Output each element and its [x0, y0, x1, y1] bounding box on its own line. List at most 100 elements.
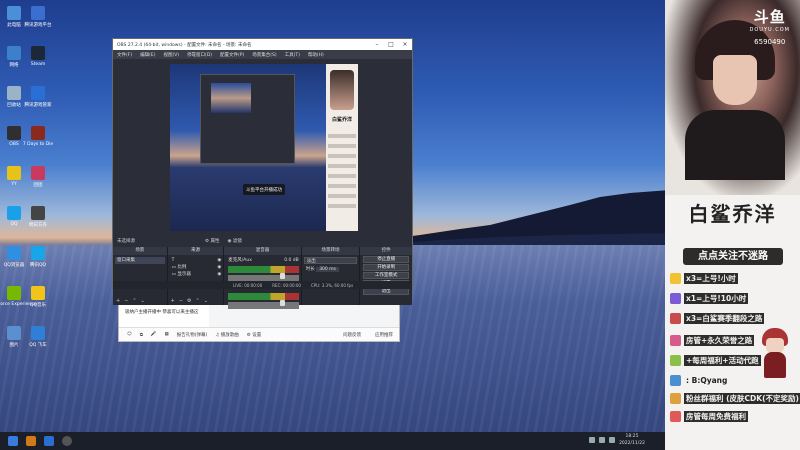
banner-info-text: 粉丝群福利 (皮肤CDK(不定奖励)	[684, 393, 800, 404]
controls-header: 控件	[360, 247, 413, 255]
close-button[interactable]: ×	[398, 41, 412, 48]
feedback-button[interactable]: 问题反馈	[343, 332, 361, 338]
add-icon[interactable]: +	[171, 298, 175, 304]
maximize-button[interactable]: □	[384, 41, 398, 48]
stop-streaming-button[interactable]: 停止直播	[363, 256, 410, 263]
transition-select[interactable]: 淡出	[303, 257, 358, 264]
emoji-icon[interactable]: ☺	[127, 332, 132, 337]
badge-icon	[670, 375, 681, 386]
gear-icon[interactable]: ⚙	[187, 298, 191, 304]
volume-slider[interactable]	[228, 300, 299, 309]
menu-tools[interactable]: 工具(T)	[285, 52, 300, 58]
settings-button[interactable]: ⚙ 设置	[247, 332, 261, 338]
volume-icon[interactable]	[599, 437, 605, 443]
banner-info-line: x1=上号!10小时	[670, 292, 749, 305]
app-taskbar-icon[interactable]	[44, 436, 54, 446]
banner-info-line: x3=上号!小时	[670, 272, 738, 285]
start-recording-button[interactable]: 开始录制	[363, 264, 410, 271]
ime-icon[interactable]	[609, 437, 615, 443]
banner-info-line: : B:Qyang	[670, 374, 729, 387]
desktop-icon[interactable]: Steam	[24, 46, 52, 74]
preview-banner-title: 白鲨乔洋	[331, 117, 352, 123]
banner-info-line: 房管每周免费福利	[670, 410, 748, 423]
screenshot-icon[interactable]: ⧉	[140, 332, 143, 338]
badge-icon	[670, 393, 681, 404]
preview-banner: 白鲨乔洋	[326, 64, 358, 231]
play-song-button[interactable]: ♫ 播放歌曲	[215, 332, 238, 338]
menu-view[interactable]: 视图(V)	[163, 52, 179, 58]
badge-icon	[670, 313, 681, 324]
source-item[interactable]: T ◉	[170, 257, 222, 264]
banner-info-text: : B:Qyang	[686, 376, 728, 385]
source-item[interactable]: ▭ 显示器 ◉	[170, 271, 222, 278]
menu-file[interactable]: 文件(F)	[117, 52, 132, 58]
stream-start-toast: 斗鱼平台开播成功	[243, 184, 285, 195]
channel-db: 0.0 dB	[284, 258, 299, 263]
remove-icon[interactable]: −	[124, 298, 128, 304]
scenes-dock: 场景 窗口采集 + − ⌃ ⌄	[113, 247, 168, 305]
desktop-icon[interactable]: 腾讯游戏管家	[24, 86, 52, 114]
menu-profile[interactable]: 配置文件(P)	[220, 52, 244, 58]
menu-docks[interactable]: 停靠窗口(D)	[187, 52, 212, 58]
source-item[interactable]: ▭ 比例 ◉	[170, 264, 222, 271]
banner-title: 白鲨乔洋	[688, 202, 777, 226]
gift-report-button[interactable]: 报告礼物(弹幕)	[177, 332, 208, 338]
desktop-icon[interactable]: QQ音乐	[24, 286, 52, 314]
desktop-icon[interactable]: 明日方舟	[24, 206, 52, 234]
desktop-icon[interactable]: 团团	[24, 166, 52, 194]
up-icon[interactable]: ⌃	[196, 298, 200, 304]
desktop-icon-label: 此电脑	[7, 23, 21, 28]
desktop-icon[interactable]: QQ 飞车	[24, 326, 52, 354]
desktop-icon-label: OBS	[9, 142, 19, 147]
obs-preview[interactable]: 白鲨乔洋 斗鱼平台开播成功	[170, 64, 358, 231]
windows-start-icon[interactable]	[8, 436, 18, 446]
desktop-icon[interactable]: 7 Days to Die	[23, 126, 53, 154]
app-icon	[31, 166, 45, 180]
properties-button[interactable]: ⚙ 属性	[205, 238, 219, 244]
banner-info-line: 房管+永久荣誉之路	[670, 334, 755, 347]
yy-icon	[7, 166, 21, 180]
sources-dock: 来源 T ◉ ▭ 比例 ◉ ▭ 显示器 ◉ + − ⚙ ⌃ ⌄	[167, 247, 225, 305]
exit-button[interactable]: 退出	[363, 288, 410, 295]
menu-help[interactable]: 帮助(H)	[308, 52, 324, 58]
eye-icon[interactable]: ◉	[217, 257, 221, 264]
chat-toolbar: ☺ ⧉ 🎤 ▦ 报告礼物(弹幕) ♫ 播放歌曲 ⚙ 设置 问题反馈 应用推荐	[119, 327, 399, 341]
menu-scene-collection[interactable]: 场景集合(S)	[252, 52, 276, 58]
badge-icon	[670, 273, 681, 284]
add-icon[interactable]: +	[116, 298, 120, 304]
clock[interactable]: 18:25 2022/11/22	[619, 433, 645, 447]
menu-edit[interactable]: 编辑(E)	[140, 52, 155, 58]
network-icon[interactable]	[589, 437, 595, 443]
desktop-icon[interactable]: 腾讯游戏平台	[24, 6, 52, 34]
chibi-character	[760, 328, 790, 378]
remove-icon[interactable]: −	[179, 298, 183, 304]
clock-time: 18:25	[625, 434, 639, 439]
chat-user-item[interactable]: 吸纳户主播开播中 恭喜可以来主播这	[119, 307, 209, 317]
banner-info-text: x3=上号!小时	[684, 273, 738, 284]
minimize-button[interactable]: –	[370, 41, 384, 48]
studio-mode-button[interactable]: 工作室模式	[363, 272, 410, 279]
recycle-bin-icon	[7, 86, 21, 100]
app-taskbar-icon[interactable]	[26, 436, 36, 446]
desktop-icon-label: 团团	[33, 183, 43, 188]
filters-button[interactable]: ◉ 滤镜	[227, 238, 241, 244]
obs-window[interactable]: OBS 27.2.4 (64-bit, windows) - 配置文件: 未命名…	[112, 38, 413, 309]
follow-prompt: 点点关注不迷路	[683, 248, 783, 265]
app-recommend-button[interactable]: 应用推荐	[375, 332, 393, 338]
desktop-icon-label: 腾讯游戏管家	[24, 103, 52, 108]
desktop-icon-label: 图片	[9, 343, 19, 348]
obs-taskbar-icon[interactable]	[62, 436, 72, 446]
game-icon	[31, 326, 45, 340]
grid-icon[interactable]: ▦	[165, 332, 169, 337]
eye-icon[interactable]: ◉	[217, 271, 221, 278]
mic-icon[interactable]: 🎤	[151, 332, 157, 337]
eye-icon[interactable]: ◉	[217, 264, 221, 271]
down-icon[interactable]: ⌄	[141, 298, 145, 304]
scene-item[interactable]: 窗口采集	[115, 257, 165, 264]
down-icon[interactable]: ⌄	[204, 298, 208, 304]
desktop-icon-label: 回收站	[7, 103, 21, 108]
transition-duration[interactable]: 时长 300 ms	[304, 266, 358, 273]
desktop-icon[interactable]: 腾讯QQ	[24, 246, 52, 274]
up-icon[interactable]: ⌃	[132, 298, 136, 304]
desktop-icon-label: QQ音乐	[29, 303, 47, 308]
